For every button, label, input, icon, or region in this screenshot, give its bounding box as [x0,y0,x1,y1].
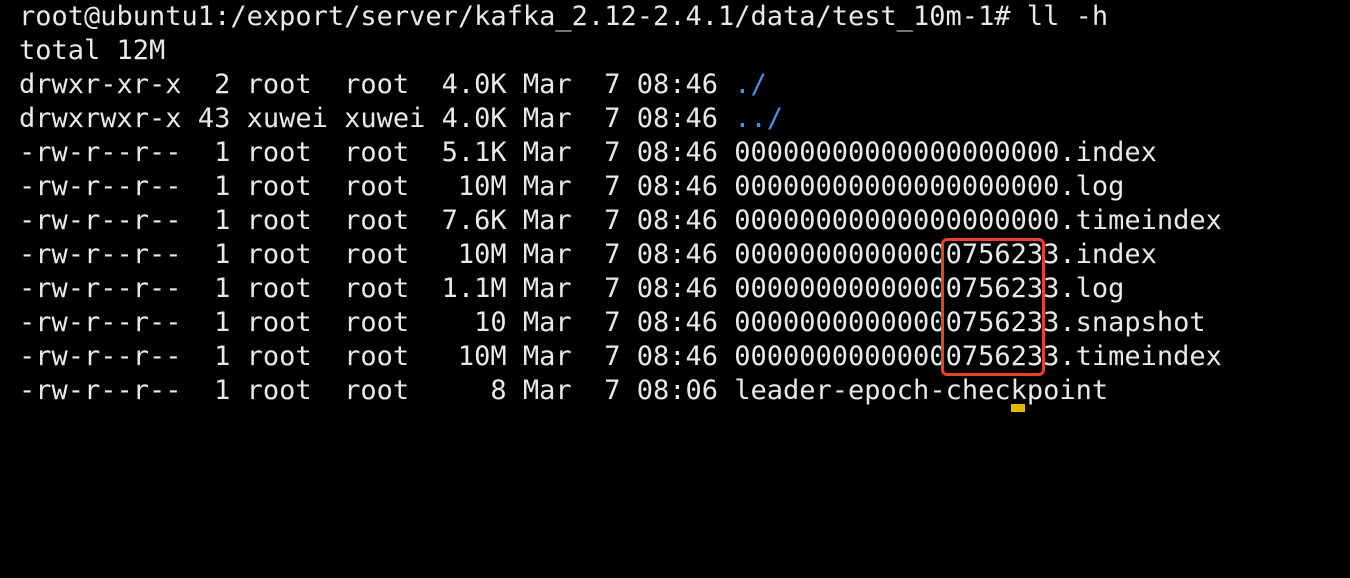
row-meta: -rw-r--r-- 1 root root 1.1M Mar 7 08:46 [19,273,735,304]
total-line: total 12M [19,35,166,66]
row-name: 00000000000000756233.snapshot [734,307,1206,338]
row-meta: drwxrwxr-x 43 xuwei xuwei 4.0K Mar 7 08:… [19,103,735,134]
terminal-cursor [1011,404,1025,412]
prompt-line: root@ubuntu1:/export/server/kafka_2.12-2… [19,1,1109,32]
row-meta: -rw-r--r-- 1 root root 8 Mar 7 08:06 [19,375,735,406]
row-meta: -rw-r--r-- 1 root root 10M Mar 7 08:46 [19,171,735,202]
row-name: 00000000000000000000.index [734,137,1157,168]
listing-row: -rw-r--r-- 1 root root 7.6K Mar 7 08:46 … [19,204,1222,238]
row-name: 00000000000000756233.index [734,239,1157,270]
listing-row: -rw-r--r-- 1 root root 10M Mar 7 08:46 0… [19,238,1157,272]
row-meta: -rw-r--r-- 1 root root 10M Mar 7 08:46 [19,341,735,372]
row-name: 00000000000000000000.timeindex [734,205,1222,236]
row-meta: -rw-r--r-- 1 root root 10M Mar 7 08:46 [19,239,735,270]
row-meta: -rw-r--r-- 1 root root 10 Mar 7 08:46 [19,307,735,338]
row-name: ../ [734,103,784,134]
row-name: ./ [734,69,767,100]
listing-row: -rw-r--r-- 1 root root 5.1K Mar 7 08:46 … [19,136,1157,170]
row-name: 00000000000000756233.timeindex [734,341,1222,372]
listing-row: -rw-r--r-- 1 root root 10M Mar 7 08:46 0… [19,170,1124,204]
listing-row: drwxr-xr-x 2 root root 4.0K Mar 7 08:46 … [19,68,767,102]
listing-row: -rw-r--r-- 1 root root 10M Mar 7 08:46 0… [19,340,1222,374]
listing-row: -rw-r--r-- 1 root root 1.1M Mar 7 08:46 … [19,272,1124,306]
listing-row: -rw-r--r-- 1 root root 8 Mar 7 08:06 lea… [19,374,1108,408]
row-name: leader-epoch-checkpoint [734,375,1109,406]
row-meta: -rw-r--r-- 1 root root 5.1K Mar 7 08:46 [19,137,735,168]
row-name: 00000000000000756233.log [734,273,1125,304]
terminal-window[interactable]: root@ubuntu1:/export/server/kafka_2.12-2… [0,0,1350,412]
row-name: 00000000000000000000.log [734,171,1125,202]
listing-row: drwxrwxr-x 43 xuwei xuwei 4.0K Mar 7 08:… [19,102,783,136]
row-meta: -rw-r--r-- 1 root root 7.6K Mar 7 08:46 [19,205,735,236]
row-meta: drwxr-xr-x 2 root root 4.0K Mar 7 08:46 [19,69,735,100]
listing-row: -rw-r--r-- 1 root root 10 Mar 7 08:46 00… [19,306,1206,340]
